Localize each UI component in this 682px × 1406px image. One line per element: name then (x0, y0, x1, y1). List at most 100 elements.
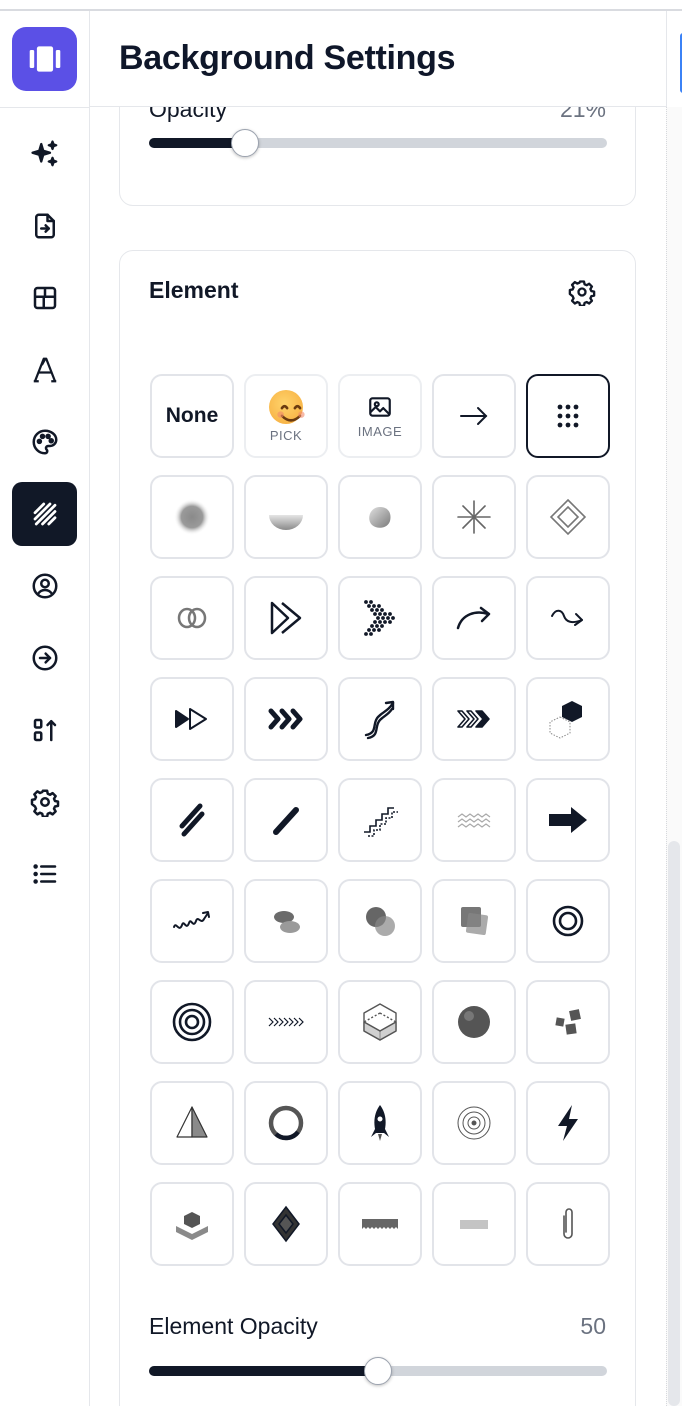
sort-icon (33, 718, 56, 742)
sidebar-divider (0, 107, 90, 108)
settings-scroll-area[interactable]: Opacity 21% Element None PICK IMAGE Elem… (90, 107, 666, 1406)
carousel-icon (29, 46, 60, 72)
element-tile-blob[interactable] (338, 475, 422, 559)
opacity-value: 21% (559, 107, 606, 122)
user-circle-icon (32, 573, 57, 599)
element-tile-double-slash[interactable] (150, 778, 234, 862)
element-tile-curved-arrow[interactable] (432, 576, 516, 660)
blurred-circle-icon (174, 499, 210, 535)
cube-icon (363, 1003, 397, 1041)
gear-icon (30, 789, 59, 817)
element-tile-image[interactable]: IMAGE (338, 374, 422, 458)
element-tile-double-triangle[interactable] (244, 576, 328, 660)
element-tile-cube[interactable] (338, 980, 422, 1064)
element-tile-dots-grid[interactable] (526, 374, 610, 458)
element-tile-thin-arrow[interactable] (432, 374, 516, 458)
stacked-ovals-icon (274, 911, 300, 933)
element-tile-none[interactable]: None (150, 374, 234, 458)
sidebar-item-typography[interactable] (12, 338, 77, 402)
scrollbar-thumb[interactable] (668, 841, 680, 1406)
ring-icon (268, 1105, 304, 1141)
squiggle-arrow-icon (551, 609, 583, 626)
element-tile-concentric-rings[interactable] (432, 1081, 516, 1165)
element-tile-gray-bar[interactable] (432, 1182, 516, 1266)
element-tile-sphere[interactable] (432, 980, 516, 1064)
element-tile-diamond[interactable] (244, 1182, 328, 1266)
element-tile-lightning[interactable] (526, 1081, 610, 1165)
app-logo[interactable] (12, 27, 77, 91)
element-tile-play-triangles[interactable] (150, 677, 234, 761)
scrollbar[interactable] (666, 107, 682, 1406)
double-slash-icon (179, 803, 205, 837)
sidebar-item-list[interactable] (12, 842, 77, 906)
element-tile-dotted-chevron[interactable] (338, 576, 422, 660)
smiley-emoji-icon (269, 389, 305, 424)
adjacent-panel-edge (666, 11, 682, 107)
element-opacity-label: Element Opacity (149, 1313, 318, 1339)
image-label: IMAGE (357, 423, 403, 439)
sidebar-item-ai[interactable] (12, 122, 77, 186)
small-chevrons-icon (268, 1017, 304, 1027)
element-tile-two-rings[interactable] (150, 576, 234, 660)
gray-bar-icon (460, 1220, 488, 1229)
diamond-icon (272, 1205, 300, 1243)
file-import-icon (34, 213, 55, 239)
element-tile-stairs[interactable] (338, 778, 422, 862)
lightning-icon (558, 1105, 578, 1141)
dotted-chevron-icon (364, 600, 395, 636)
element-card: Element None PICK IMAGE Element Opacity … (119, 250, 636, 1406)
element-tile-triple-chevron[interactable] (244, 677, 328, 761)
pyramid-icon (176, 1106, 208, 1138)
element-tile-overlap-squares[interactable] (432, 879, 516, 963)
element-tile-paperclip[interactable] (526, 1182, 610, 1266)
palette-icon (32, 429, 58, 455)
two-rings-icon (177, 607, 207, 629)
sidebar-item-navigation[interactable] (12, 626, 77, 690)
background-pattern-icon (33, 502, 56, 526)
element-tile-single-slash[interactable] (244, 778, 328, 862)
element-tile-wavy-lines[interactable] (432, 778, 516, 862)
element-tile-pick[interactable]: PICK (244, 374, 328, 458)
sidebar-item-import[interactable] (12, 194, 77, 258)
element-tile-rocket[interactable] (338, 1081, 422, 1165)
sphere-icon (458, 1006, 490, 1038)
element-tile-blurred-circle[interactable] (150, 475, 234, 559)
thin-arrow-icon (460, 407, 488, 425)
element-tile-small-chevrons[interactable] (244, 980, 328, 1064)
element-tile-outlined-chevrons[interactable] (432, 677, 516, 761)
wavy-lines-icon (457, 813, 491, 828)
element-tile-ring[interactable] (244, 1081, 328, 1165)
element-tile-nested-diamond[interactable] (526, 475, 610, 559)
element-tile-double-ring[interactable] (526, 879, 610, 963)
gear-icon[interactable] (568, 278, 596, 306)
sidebar-item-colors[interactable] (12, 410, 77, 474)
element-tile-half-bowl[interactable] (244, 475, 328, 559)
sidebar-item-layout[interactable] (12, 266, 77, 330)
element-tile-zigzag-bar[interactable] (338, 1182, 422, 1266)
element-tile-hexagons[interactable] (526, 677, 610, 761)
sidebar (0, 11, 90, 1406)
element-tile-starburst[interactable] (432, 475, 516, 559)
sidebar-item-profile[interactable] (12, 554, 77, 618)
sidebar-item-settings[interactable] (12, 770, 77, 834)
element-opacity-value: 50 (580, 1313, 606, 1339)
opacity-slider-thumb[interactable] (231, 129, 260, 157)
element-tile-bold-arrow[interactable] (526, 778, 610, 862)
element-tile-target-rings[interactable] (150, 980, 234, 1064)
element-tile-stacked-ovals[interactable] (244, 879, 328, 963)
element-tile-pyramid[interactable] (150, 1081, 234, 1165)
element-tile-stacked-layers[interactable] (150, 1182, 234, 1266)
opacity-slider[interactable] (149, 129, 607, 157)
bold-arrow-icon (549, 807, 587, 833)
s-curve-arrow-icon (364, 700, 395, 740)
sidebar-item-order[interactable] (12, 698, 77, 762)
element-tile-scribble-arrow[interactable] (150, 879, 234, 963)
scribble-arrow-icon (173, 911, 210, 929)
element-tile-squiggle-arrow[interactable] (526, 576, 610, 660)
element-opacity-slider[interactable] (149, 1357, 607, 1385)
element-opacity-slider-thumb[interactable] (364, 1357, 392, 1385)
element-tile-s-curve-arrow[interactable] (338, 677, 422, 761)
element-tile-overlap-circles[interactable] (338, 879, 422, 963)
element-tile-scattered-squares[interactable] (526, 980, 610, 1064)
sidebar-item-background[interactable] (12, 482, 77, 546)
